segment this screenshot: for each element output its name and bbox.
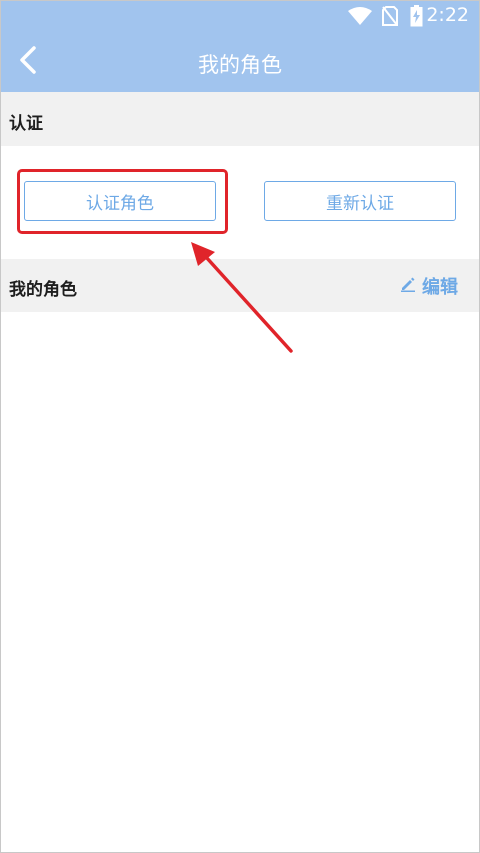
wifi-icon: [348, 7, 372, 29]
highlight-box: [17, 169, 228, 234]
app-bar: 我的角色: [0, 32, 480, 92]
battery-charging-icon: [410, 5, 423, 31]
recertify-button[interactable]: 重新认证: [264, 181, 456, 221]
status-bar: 2:22: [0, 0, 480, 32]
edit-label: 编辑: [422, 277, 458, 298]
edit-button[interactable]: 编辑: [400, 273, 458, 299]
my-roles-section-title: 我的角色: [9, 280, 77, 300]
pencil-icon: [400, 276, 422, 297]
status-time: 2:22: [426, 4, 469, 26]
no-sim-icon: [382, 6, 398, 30]
page-title: 我的角色: [198, 53, 282, 77]
certification-section-header: 认证: [0, 92, 480, 146]
certification-section-title: 认证: [9, 114, 43, 134]
top-bar: 2:22 我的角色: [0, 0, 480, 92]
